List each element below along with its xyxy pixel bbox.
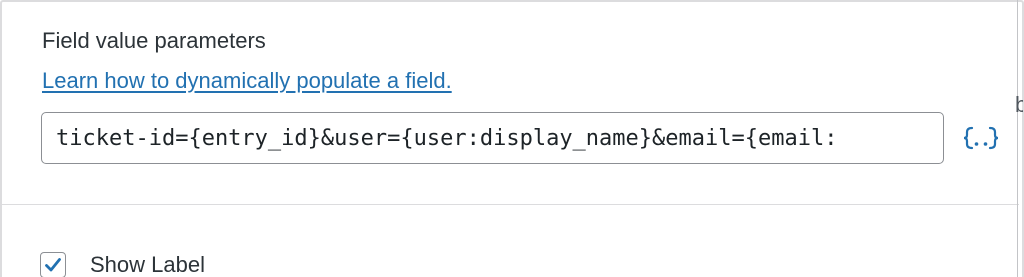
field-value-parameters-label: Field value parameters — [42, 28, 266, 53]
section-divider — [2, 204, 1019, 205]
checkmark-icon — [45, 258, 61, 272]
adjacent-panel-text-fragment: b — [1015, 92, 1023, 117]
field-value-parameters-input[interactable] — [41, 112, 944, 164]
field-value-parameters-section: Field value parameters Learn how to dyna… — [2, 2, 1019, 204]
adjacent-panel-edge — [1017, 0, 1018, 277]
settings-panel: Field value parameters Learn how to dyna… — [0, 0, 1024, 277]
merge-tag-button[interactable] — [959, 120, 1003, 156]
show-label-checkbox[interactable] — [40, 252, 66, 277]
learn-dynamic-populate-link[interactable]: Learn how to dynamically populate a fiel… — [42, 68, 452, 94]
show-label-row: Show Label — [40, 250, 205, 277]
merge-tag-icon — [961, 123, 1001, 153]
show-label-text: Show Label — [90, 252, 205, 277]
